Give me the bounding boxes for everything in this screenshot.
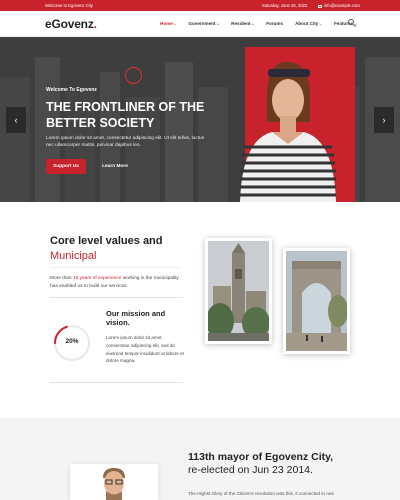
- mayor-portrait-image: [70, 464, 158, 500]
- top-bar: Welcome to Egovenz City Saturday, June 2…: [0, 0, 400, 11]
- email-link[interactable]: info@example.com: [318, 3, 360, 8]
- core-title: Core level values and: [50, 235, 163, 247]
- chevron-down-icon: ⌵: [216, 22, 220, 26]
- next-slide-arrow-icon[interactable]: ›: [374, 107, 394, 133]
- nav-menu: Home⌵ Government⌵ Resident⌵ Forums About…: [160, 21, 369, 26]
- nav-item-government[interactable]: Government⌵: [188, 21, 219, 26]
- chevron-down-icon: ⌵: [251, 22, 255, 26]
- divider: [50, 297, 183, 298]
- woman-portrait-image: [240, 62, 336, 202]
- divider: [50, 382, 183, 383]
- hero-title: THE FRONTLINER OF THE BETTER SOCIETY: [46, 100, 205, 130]
- mail-icon: [318, 4, 322, 8]
- welcome-text: Welcome to Egovenz City: [45, 3, 93, 8]
- mayor-title: 113th mayor of Egovenz City,: [188, 451, 334, 463]
- support-us-button[interactable]: Support Us: [46, 159, 86, 174]
- hero-text: Lorem ipsum dolor sit amet, consectetur …: [46, 136, 205, 148]
- arch-photo: [283, 248, 350, 354]
- learn-more-button[interactable]: Learn More: [95, 159, 135, 174]
- chevron-down-icon: ⌵: [319, 22, 322, 26]
- mayor-subtitle: re-elected on Jun 23 2014.: [188, 464, 313, 476]
- nav-item-resident[interactable]: Resident⌵: [231, 21, 254, 26]
- site-logo[interactable]: eGovenz.: [45, 17, 97, 31]
- email-text: info@example.com: [324, 3, 360, 8]
- hero-welcome: Welcome To Egovenz: [46, 87, 97, 93]
- progress-value: 20%: [65, 338, 79, 345]
- logo-dot: .: [93, 17, 97, 31]
- mayor-text: The Highst Glory of the Citizen's revolu…: [188, 491, 334, 496]
- hero-banner: Welcome To Egovenz THE FRONTLINER OF THE…: [0, 37, 400, 202]
- core-text: More than 15 years of experience working…: [50, 276, 179, 289]
- date-text: Saturday, June 25, 2022: [262, 3, 308, 8]
- nav-item-home[interactable]: Home⌵: [160, 21, 176, 26]
- title-underline: [50, 267, 180, 268]
- nav-item-about-city[interactable]: About City⌵: [295, 21, 322, 26]
- mission-title: Our mission and vision.: [106, 309, 166, 327]
- main-nav: eGovenz. Home⌵ Government⌵ Resident⌵ For…: [0, 11, 400, 37]
- nav-item-forums[interactable]: Forums: [266, 21, 283, 26]
- chevron-down-icon: ⌵: [173, 22, 177, 26]
- decorative-ring: [125, 67, 142, 84]
- mayor-photo-card: [70, 464, 158, 500]
- mission-text: Lorem ipsum dolor sit amet, consectetur …: [106, 335, 184, 364]
- logo-text: eGovenz: [45, 17, 94, 31]
- core-title-red: Municipal: [50, 250, 97, 262]
- prev-slide-arrow-icon[interactable]: ‹: [6, 107, 26, 133]
- search-icon[interactable]: [348, 19, 354, 25]
- church-photo: [205, 238, 272, 344]
